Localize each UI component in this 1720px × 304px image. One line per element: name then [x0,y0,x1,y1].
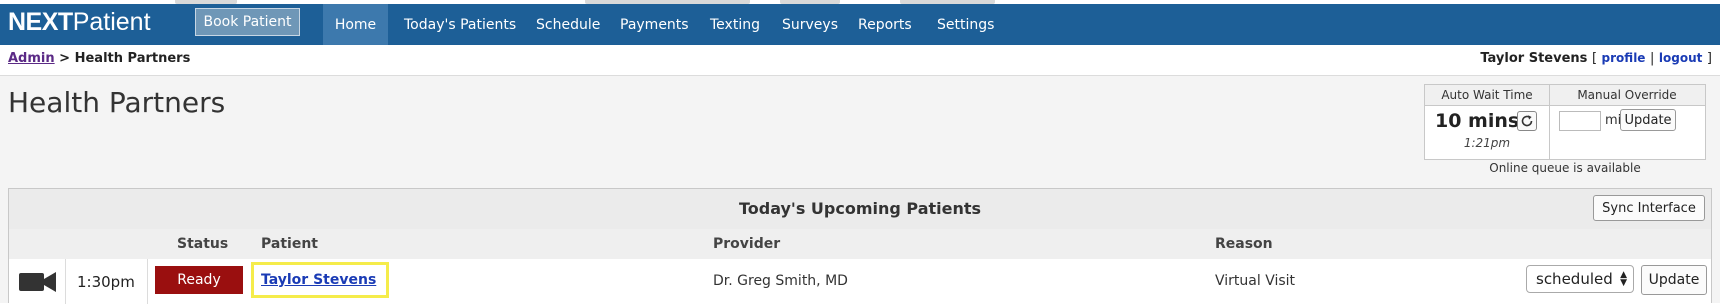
manual-override-header: Manual Override [1549,85,1705,106]
nav-schedule[interactable]: Schedule [536,4,600,45]
panel-title: Today's Upcoming Patients [738,199,982,218]
profile-link[interactable]: profile [1602,51,1646,65]
nav-texting[interactable]: Texting [710,4,760,45]
breadcrumb-separator: > [59,51,71,66]
override-minutes-input[interactable] [1559,111,1601,131]
breadcrumb-admin-link[interactable]: Admin [8,51,55,66]
wait-divider [1549,85,1550,159]
column-header-status: Status [177,236,229,252]
patient-name-link[interactable]: Taylor Stevens [261,272,376,288]
cell-divider [65,259,66,304]
main-content: Health Partners Auto Wait Time Manual Ov… [0,76,1720,304]
refresh-icon [1521,115,1533,127]
column-header-provider: Provider [713,236,781,252]
logo-patient-text: Patient [72,8,151,36]
cell-divider [147,259,148,304]
user-name: Taylor Stevens [1480,51,1588,66]
nav-payments[interactable]: Payments [620,4,689,45]
nav-settings[interactable]: Settings [937,4,994,45]
page-title: Health Partners [8,86,226,119]
table-header-row: Status Patient Provider Reason [9,229,1711,260]
visit-reason: Virtual Visit [1215,273,1296,289]
select-arrows-icon: ▲ ▼ [1620,270,1627,288]
video-camera-icon [19,272,56,292]
column-header-patient: Patient [261,236,318,252]
bracket-open: [ [1591,51,1598,66]
column-header-reason: Reason [1215,236,1273,252]
queue-status-note: Online queue is available [1489,161,1641,175]
appointment-status-select[interactable]: scheduled ▲ ▼ [1526,265,1634,293]
nav-surveys[interactable]: Surveys [782,4,838,45]
sync-interface-button[interactable]: Sync Interface [1593,195,1705,221]
nextpatient-logo[interactable]: NEXT Patient [8,8,151,41]
panel-header: Today's Upcoming Patients Sync Interface [9,189,1711,230]
row-update-button[interactable]: Update [1641,265,1707,295]
table-row[interactable]: 1:30pm Ready Taylor Stevens Dr. Greg Smi… [9,259,1711,304]
nav-todays-patients[interactable]: Today's Patients [404,4,516,45]
auto-wait-value: 10 mins [1435,110,1520,132]
status-badge: Ready [155,266,243,294]
auto-wait-timestamp: 1:21pm [1463,136,1511,150]
auto-wait-header: Auto Wait Time [1425,85,1550,106]
user-menu: Taylor Stevens [ profile | logout ] [1480,51,1712,66]
bracket-close: ] [1706,51,1712,66]
breadcrumb: Admin > Health Partners [8,51,190,66]
logo-next-text: NEXT [8,8,73,36]
upcoming-patients-panel: Today's Upcoming Patients Sync Interface… [8,188,1712,304]
breadcrumb-current: Health Partners [74,51,191,66]
wait-time-panel: Auto Wait Time Manual Override 10 mins 1… [1424,84,1706,160]
link-divider: | [1649,51,1655,66]
provider-name: Dr. Greg Smith, MD [713,273,848,289]
book-patient-button[interactable]: Book Patient [195,8,300,36]
logout-link[interactable]: logout [1659,51,1702,65]
status-select-value: scheduled [1536,270,1613,288]
refresh-wait-button[interactable] [1517,111,1537,131]
breadcrumb-bar: Admin > Health Partners Taylor Stevens [… [0,45,1720,76]
override-update-button[interactable]: Update [1620,109,1676,131]
top-navbar: NEXT Patient Book Patient Home Today's P… [0,4,1720,45]
nav-reports[interactable]: Reports [858,4,912,45]
nav-home[interactable]: Home [323,4,388,45]
appointment-time: 1:30pm [77,273,135,291]
